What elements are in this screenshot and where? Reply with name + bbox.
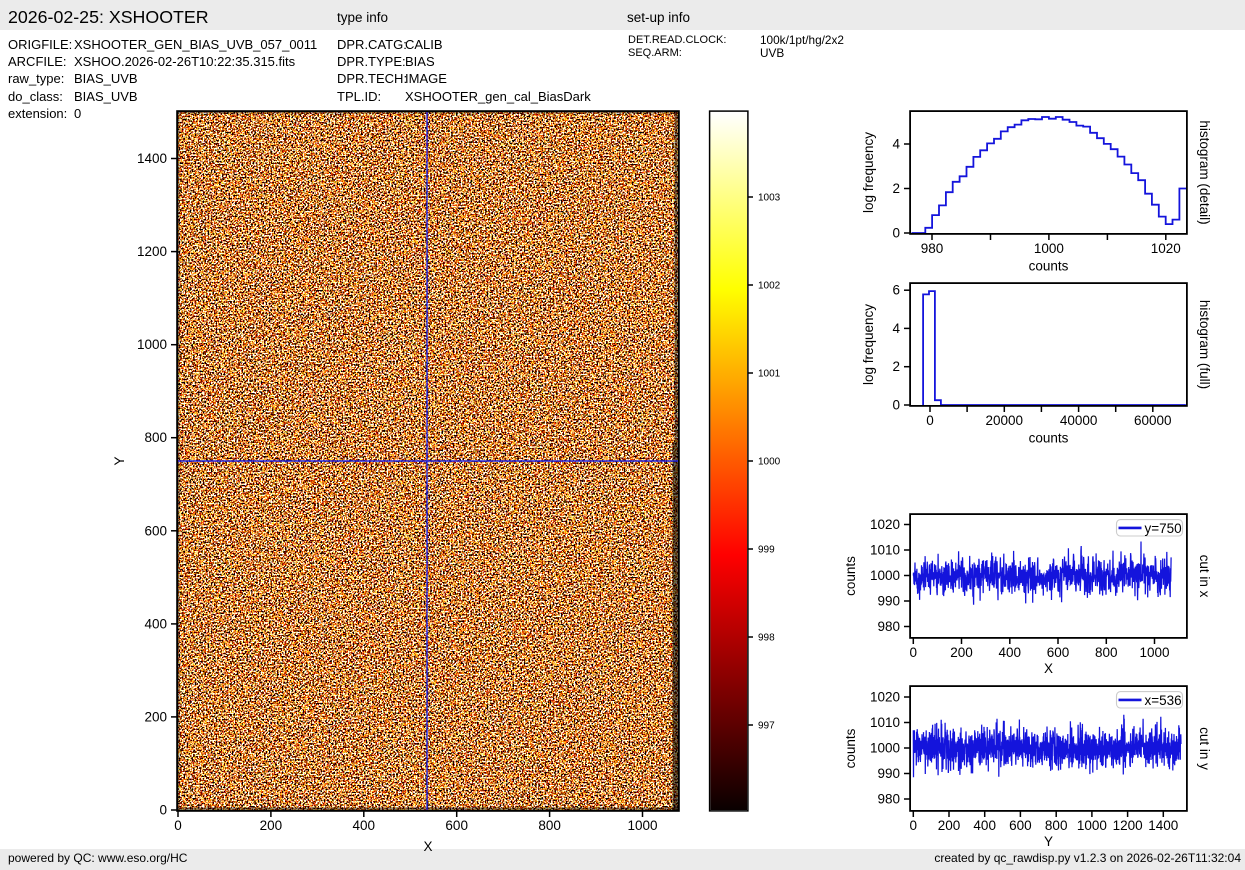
svg-text:998: 998 (758, 633, 775, 644)
svg-text:990: 990 (877, 594, 900, 609)
svg-text:400: 400 (144, 616, 167, 631)
svg-text:1000: 1000 (137, 337, 167, 352)
svg-text:X: X (423, 839, 432, 854)
svg-text:0: 0 (910, 818, 918, 833)
svg-text:990: 990 (877, 766, 900, 781)
svg-text:400: 400 (353, 818, 376, 833)
svg-text:1001: 1001 (758, 369, 781, 380)
svg-text:1010: 1010 (870, 715, 900, 730)
svg-text:2: 2 (892, 359, 900, 374)
svg-text:600: 600 (1047, 645, 1070, 660)
svg-text:1020: 1020 (870, 517, 900, 532)
svg-text:1000: 1000 (758, 457, 781, 468)
svg-text:1000: 1000 (1077, 818, 1107, 833)
svg-text:980: 980 (877, 619, 900, 634)
svg-text:2: 2 (892, 181, 900, 196)
svg-text:600: 600 (144, 523, 167, 538)
svg-text:y=750: y=750 (1145, 521, 1182, 536)
svg-text:Y: Y (112, 456, 127, 465)
svg-text:0: 0 (926, 413, 934, 428)
svg-text:1010: 1010 (870, 543, 900, 558)
svg-text:1200: 1200 (137, 244, 167, 259)
svg-text:Y: Y (1044, 834, 1053, 849)
svg-text:200: 200 (144, 709, 167, 724)
svg-text:histogram (full): histogram (full) (1197, 300, 1212, 389)
svg-text:x=536: x=536 (1145, 693, 1182, 708)
svg-text:log frequency: log frequency (861, 304, 876, 385)
svg-text:log frequency: log frequency (861, 132, 876, 213)
svg-text:999: 999 (758, 545, 775, 556)
svg-text:1020: 1020 (1151, 241, 1181, 256)
svg-text:1020: 1020 (870, 690, 900, 705)
svg-text:counts: counts (1029, 259, 1069, 274)
svg-text:counts: counts (1029, 431, 1069, 446)
svg-text:600: 600 (445, 818, 468, 833)
svg-text:0: 0 (174, 818, 182, 833)
svg-text:997: 997 (758, 721, 775, 732)
svg-text:800: 800 (538, 818, 561, 833)
svg-text:1000: 1000 (870, 568, 900, 583)
svg-text:cut in y: cut in y (1197, 727, 1212, 770)
svg-text:200: 200 (260, 818, 283, 833)
svg-text:40000: 40000 (1060, 413, 1098, 428)
svg-text:800: 800 (1095, 645, 1118, 660)
svg-text:1002: 1002 (758, 281, 781, 292)
svg-text:4: 4 (892, 137, 900, 152)
svg-text:980: 980 (877, 792, 900, 807)
svg-text:800: 800 (144, 430, 167, 445)
svg-text:6: 6 (892, 283, 900, 298)
svg-text:600: 600 (1009, 818, 1032, 833)
svg-text:0: 0 (910, 645, 918, 660)
svg-text:0: 0 (159, 803, 167, 818)
svg-text:60000: 60000 (1134, 413, 1172, 428)
svg-text:800: 800 (1045, 818, 1068, 833)
svg-text:1400: 1400 (1148, 818, 1178, 833)
svg-text:20000: 20000 (986, 413, 1024, 428)
svg-text:400: 400 (973, 818, 996, 833)
svg-text:4: 4 (892, 321, 900, 336)
svg-text:counts: counts (843, 728, 858, 768)
svg-text:0: 0 (892, 398, 900, 413)
svg-text:0: 0 (892, 226, 900, 241)
svg-text:1000: 1000 (870, 741, 900, 756)
svg-text:200: 200 (950, 645, 973, 660)
svg-text:X: X (1044, 661, 1053, 676)
svg-text:1400: 1400 (137, 151, 167, 166)
svg-text:histogram (detail): histogram (detail) (1197, 120, 1212, 224)
svg-text:1000: 1000 (1139, 645, 1169, 660)
svg-text:200: 200 (938, 818, 961, 833)
svg-text:1003: 1003 (758, 193, 781, 204)
svg-text:counts: counts (843, 556, 858, 596)
svg-text:1000: 1000 (627, 818, 657, 833)
svg-text:980: 980 (921, 241, 944, 256)
svg-text:1000: 1000 (1034, 241, 1064, 256)
svg-text:1200: 1200 (1113, 818, 1143, 833)
svg-text:400: 400 (999, 645, 1022, 660)
svg-text:cut in x: cut in x (1197, 555, 1212, 598)
